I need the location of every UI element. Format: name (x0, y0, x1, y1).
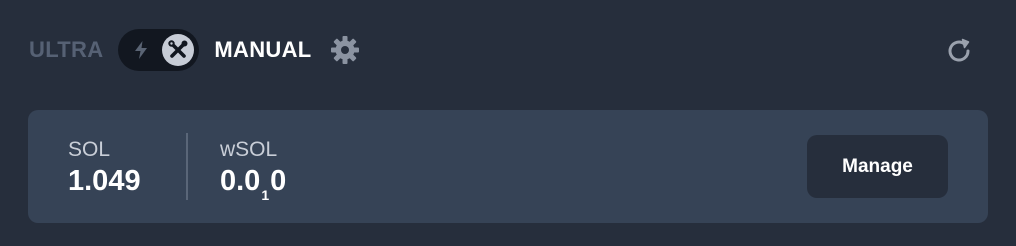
manage-button[interactable]: Manage (807, 135, 948, 198)
balance-divider (186, 133, 188, 200)
mode-ultra-label[interactable]: ULTRA (29, 37, 103, 63)
mode-manual-label[interactable]: MANUAL (214, 37, 311, 63)
wsol-label: wSOL (220, 138, 278, 161)
wrench-screwdriver-icon (168, 40, 188, 58)
refresh-icon[interactable] (943, 35, 975, 67)
wsol-value: 0.010 (220, 164, 287, 203)
wsol-value-suffix: 0 (270, 165, 287, 197)
toggle-knob (162, 34, 195, 66)
mode-selector: ULTRA MANUAL (29, 24, 360, 76)
gear-icon[interactable] (330, 35, 360, 65)
swap-mode-panel: ULTRA MANUAL SOL 1.049 wSOL 0.010 Manage (0, 0, 1016, 246)
balance-card: SOL 1.049 wSOL 0.010 Manage (28, 110, 988, 223)
sol-balance: SOL 1.049 (68, 138, 141, 198)
lightning-bolt-icon (135, 41, 148, 59)
wsol-balance: wSOL 0.010 (220, 138, 287, 203)
sol-label: SOL (68, 138, 111, 161)
mode-toggle[interactable] (118, 29, 200, 71)
wsol-value-zero-count: 1 (261, 187, 270, 203)
sol-value: 1.049 (68, 165, 141, 197)
wsol-value-prefix: 0.0 (220, 165, 261, 197)
